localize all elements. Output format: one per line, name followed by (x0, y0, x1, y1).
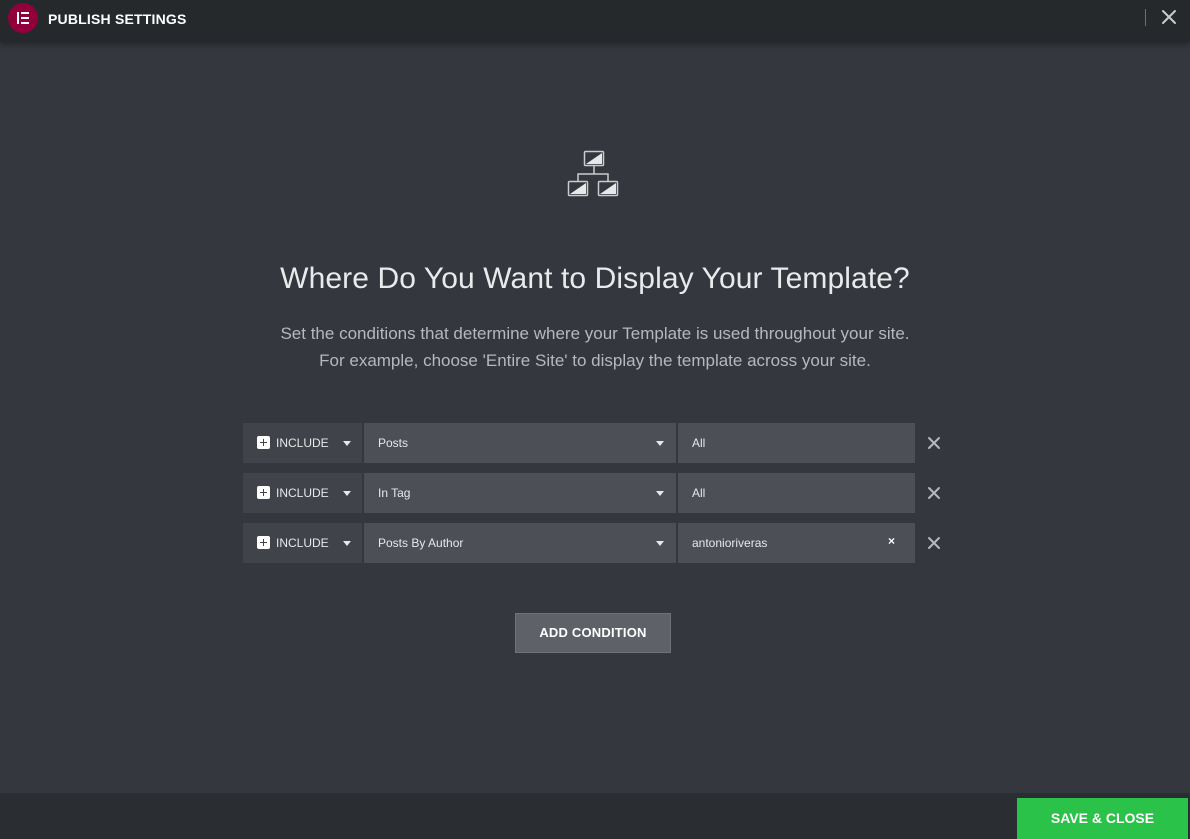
caret-down-icon (343, 541, 351, 546)
condition-main-select[interactable]: Posts By Author (364, 523, 676, 563)
page-description: Set the conditions that determine where … (0, 320, 1190, 374)
condition-main-select[interactable]: In Tag (364, 473, 676, 513)
condition-sub-value: antonioriveras (692, 536, 768, 550)
condition-type-label: INCLUDE (276, 536, 329, 550)
close-icon[interactable] (1158, 6, 1180, 28)
condition-main-value: Posts By Author (378, 536, 464, 550)
modal-title: PUBLISH SETTINGS (48, 11, 187, 27)
condition-sub-value: All (692, 436, 706, 450)
condition-row: INCLUDE Posts All (243, 423, 963, 463)
caret-down-icon (656, 441, 664, 446)
condition-sub-select[interactable]: All (678, 473, 915, 513)
condition-type-label: INCLUDE (276, 486, 329, 500)
caret-down-icon (343, 441, 351, 446)
plus-square-icon (257, 536, 270, 549)
sitemap-icon (566, 150, 622, 198)
add-condition-button[interactable]: ADD CONDITION (515, 613, 671, 653)
condition-main-value: Posts (378, 436, 409, 450)
publish-settings-modal: PUBLISH SETTINGS Where Do You Want to Di… (0, 0, 1190, 839)
caret-down-icon (656, 491, 664, 496)
condition-row: INCLUDE Posts By Author antonioriveras × (243, 523, 963, 563)
modal-header: PUBLISH SETTINGS (0, 0, 1190, 42)
page-title: Where Do You Want to Display Your Templa… (280, 262, 910, 295)
caret-down-icon (656, 541, 664, 546)
condition-sub-select[interactable]: antonioriveras × (678, 523, 915, 563)
condition-sub-select[interactable]: All (678, 423, 915, 463)
description-line: For example, choose 'Entire Site' to dis… (319, 351, 871, 370)
description-line: Set the conditions that determine where … (280, 324, 910, 343)
remove-condition-close-icon[interactable] (925, 434, 943, 452)
condition-row: INCLUDE In Tag All (243, 473, 963, 513)
condition-type-label: INCLUDE (276, 436, 329, 450)
condition-main-select[interactable]: Posts (364, 423, 676, 463)
condition-type-select[interactable]: INCLUDE (243, 473, 362, 513)
elementor-logo-icon (8, 3, 38, 33)
condition-main-value: In Tag (378, 486, 411, 500)
remove-condition-close-icon[interactable] (925, 534, 943, 552)
conditions-list: INCLUDE Posts All INCLUDE In Tag All INC… (243, 423, 963, 573)
caret-down-icon (343, 491, 351, 496)
header-divider (1145, 9, 1146, 26)
save-and-close-button[interactable]: SAVE & CLOSE (1017, 798, 1188, 839)
condition-type-select[interactable]: INCLUDE (243, 523, 362, 563)
clear-selection-icon[interactable]: × (888, 534, 895, 548)
plus-square-icon (257, 436, 270, 449)
plus-square-icon (257, 486, 270, 499)
condition-sub-value: All (692, 486, 706, 500)
modal-footer (0, 793, 1190, 839)
remove-condition-close-icon[interactable] (925, 484, 943, 502)
condition-type-select[interactable]: INCLUDE (243, 423, 362, 463)
